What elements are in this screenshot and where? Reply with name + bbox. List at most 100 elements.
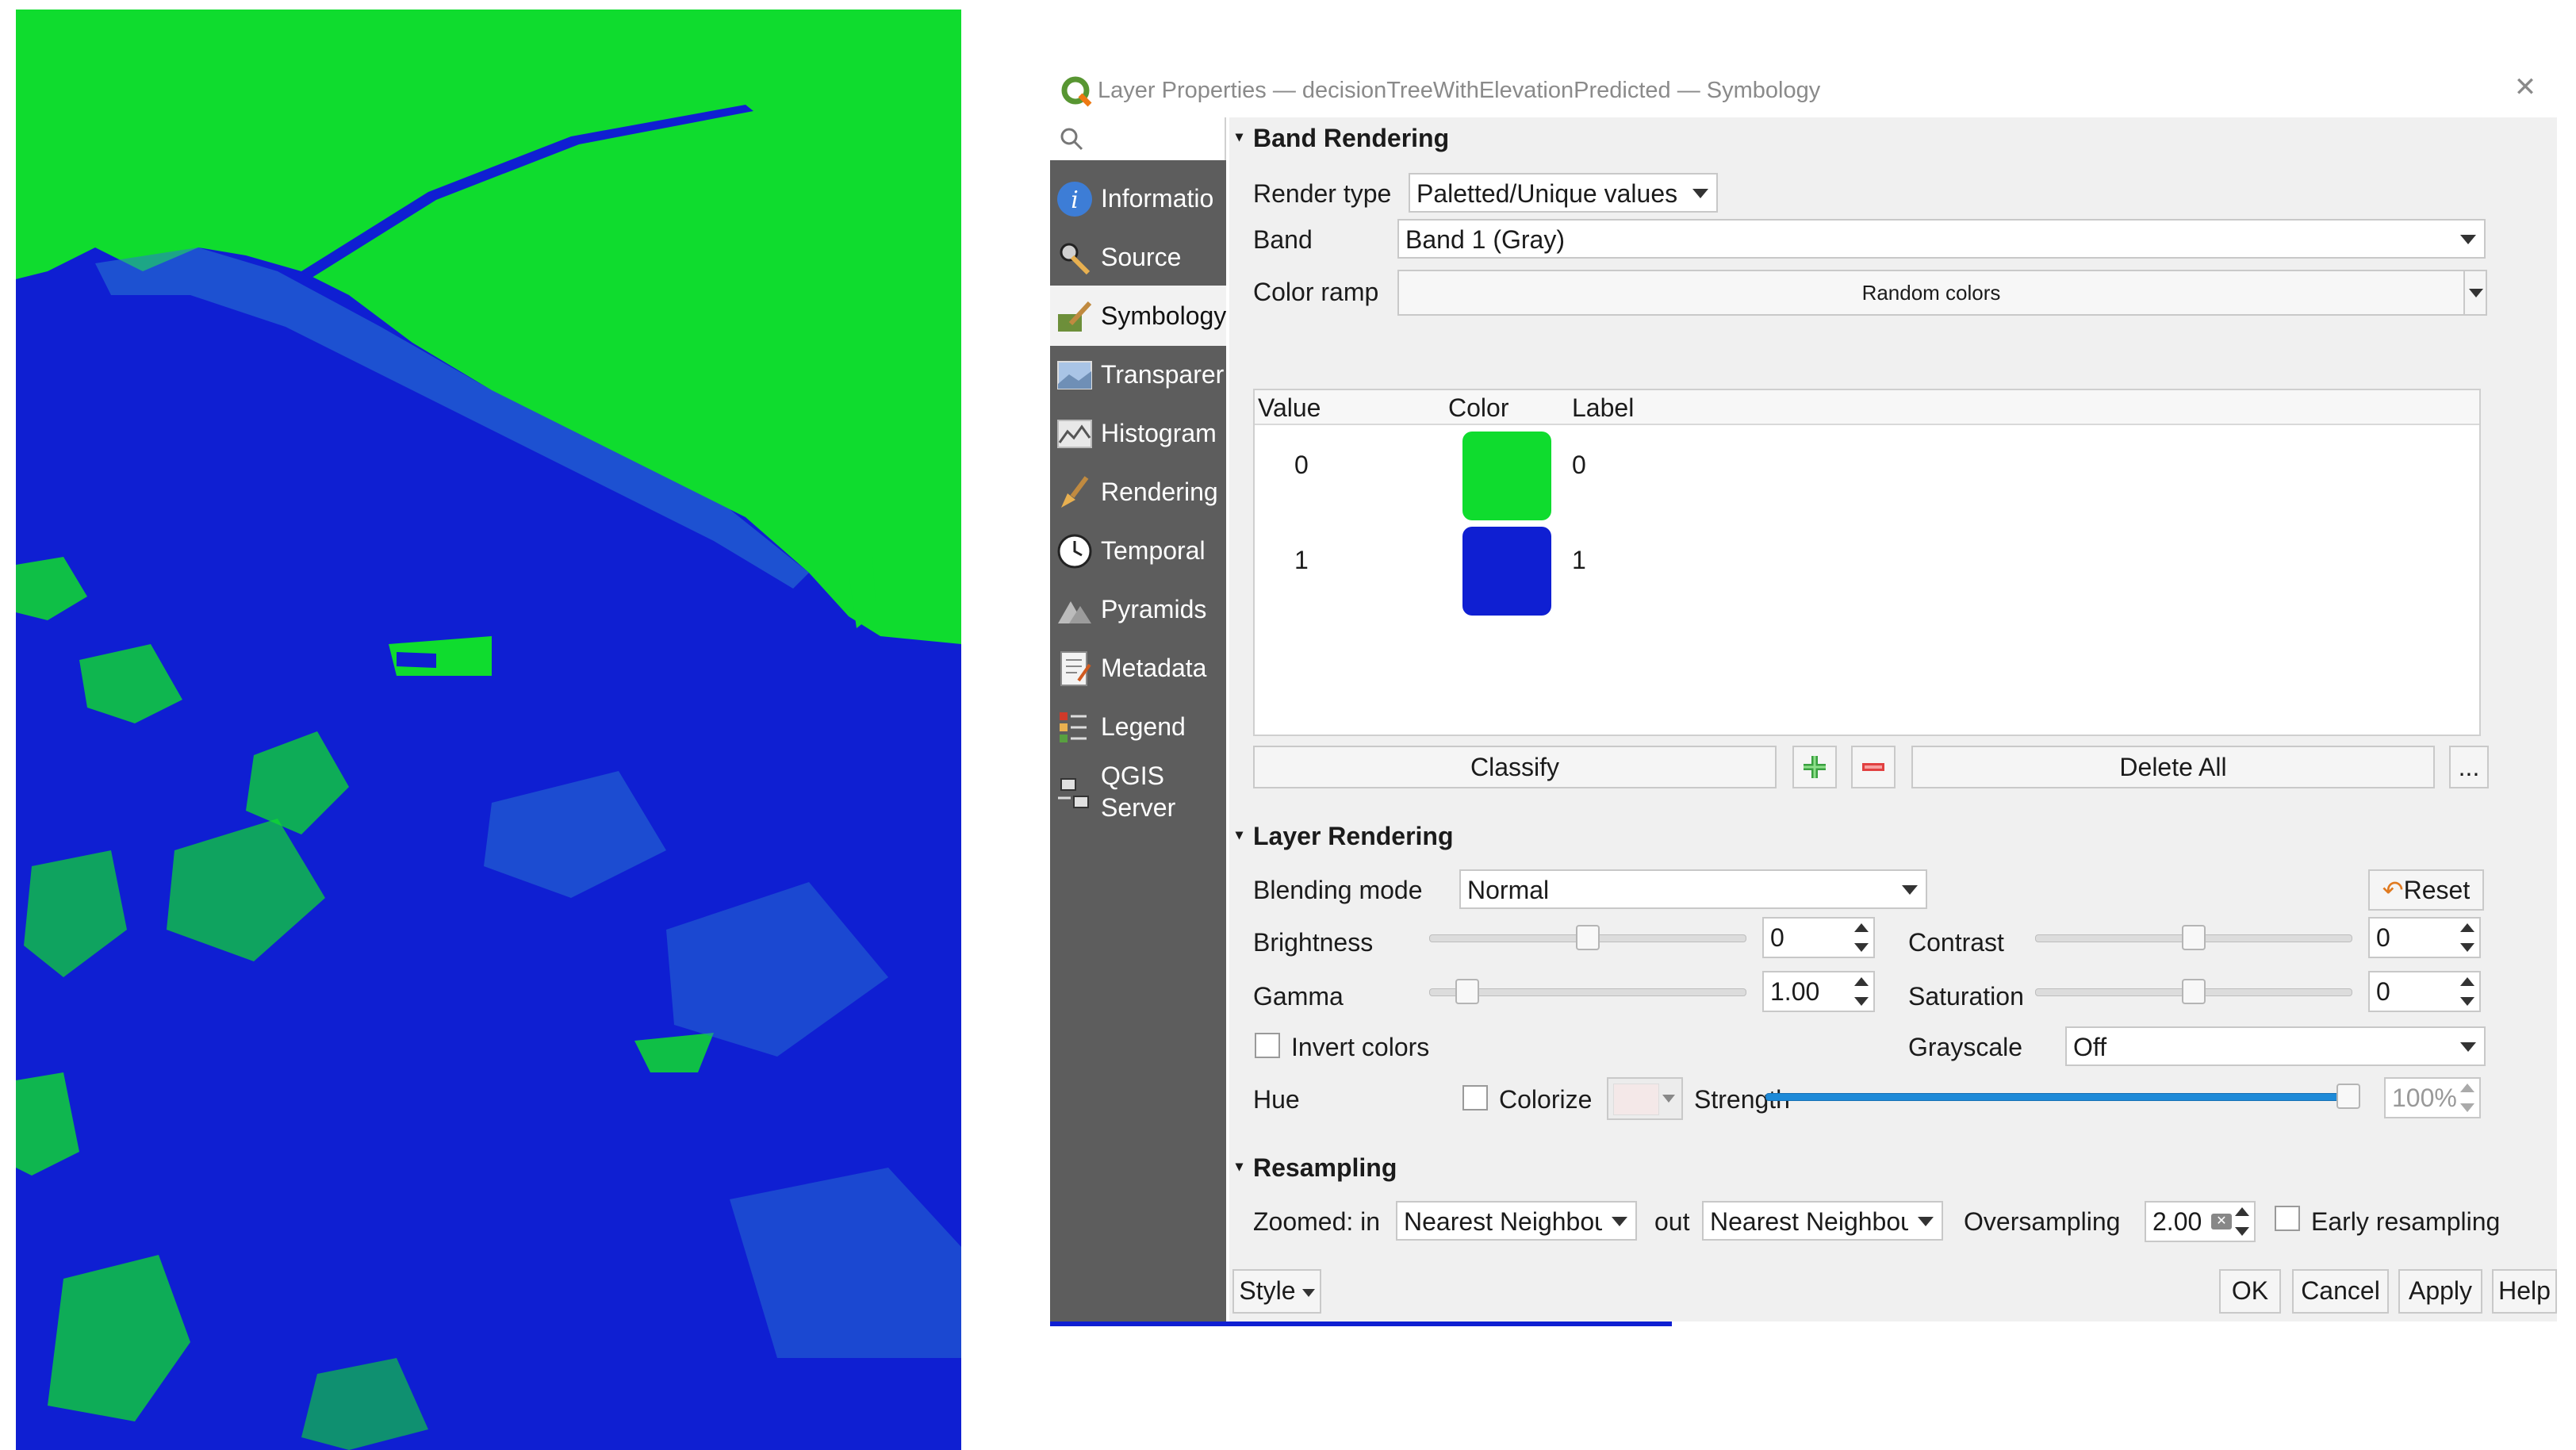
sidebar-search[interactable] <box>1050 117 1226 160</box>
saturation-slider[interactable] <box>2035 976 2352 1007</box>
style-menu-button[interactable]: Style <box>1232 1269 1321 1314</box>
sidebar-item-legend[interactable]: Legend <box>1050 696 1226 757</box>
reset-button[interactable]: ↶Reset <box>2368 869 2484 911</box>
chevron-down-icon <box>1692 189 1708 198</box>
sidebar-item-symbology[interactable]: Symbology <box>1050 286 1226 346</box>
render-type-label: Render type <box>1253 179 1392 208</box>
delete-all-button[interactable]: Delete All <box>1911 746 2435 788</box>
strength-slider[interactable] <box>1765 1080 2360 1112</box>
render-type-combo[interactable]: Paletted/Unique values <box>1409 173 1718 213</box>
band-rendering-header[interactable]: ▾ Band Rendering <box>1229 117 2557 160</box>
color-swatch[interactable] <box>1462 527 1551 616</box>
strength-spinbox[interactable]: 100% <box>2384 1077 2481 1118</box>
spin-up-icon[interactable] <box>2460 923 2474 932</box>
brightness-label: Brightness <box>1253 928 1374 957</box>
sidebar-item-transparency[interactable]: Transparer <box>1050 344 1226 405</box>
invert-colors-checkbox[interactable] <box>1255 1033 1280 1058</box>
sidebar-item-pyramids[interactable]: Pyramids <box>1050 579 1226 639</box>
spin-down-icon[interactable] <box>1854 943 1869 952</box>
layer-rendering-header[interactable]: ▾ Layer Rendering <box>1229 815 2557 858</box>
more-options-button[interactable]: ... <box>2449 746 2489 788</box>
chevron-down-icon <box>1662 1095 1675 1103</box>
sidebar-item-label: Legend <box>1101 712 1186 741</box>
remove-value-button[interactable] <box>1851 746 1896 788</box>
apply-button[interactable]: Apply <box>2398 1269 2482 1314</box>
slider-handle[interactable] <box>1455 979 1479 1004</box>
color-ramp-dropdown[interactable] <box>2463 270 2487 316</box>
zoomed-in-label: Zoomed: in <box>1253 1207 1381 1236</box>
gamma-slider[interactable] <box>1429 976 1746 1007</box>
spin-up-icon[interactable] <box>1854 977 1869 986</box>
legend-icon <box>1060 712 1087 742</box>
help-button[interactable]: Help <box>2492 1269 2557 1314</box>
contrast-spinbox[interactable]: 0 <box>2368 917 2481 958</box>
classify-button[interactable]: Classify <box>1253 746 1777 788</box>
spin-down-icon[interactable] <box>1854 997 1869 1006</box>
ok-button[interactable]: OK <box>2219 1269 2281 1314</box>
spin-up-icon[interactable] <box>2460 1084 2474 1092</box>
zoomed-out-combo[interactable]: Nearest Neighbour <box>1702 1201 1943 1241</box>
chevron-down-icon <box>2460 235 2476 244</box>
gamma-spinbox[interactable]: 1.00 <box>1762 971 1875 1012</box>
sidebar-item-metadata[interactable]: Metadata <box>1050 638 1226 698</box>
contrast-slider[interactable] <box>2035 922 2352 953</box>
cancel-button[interactable]: Cancel <box>2292 1269 2389 1314</box>
clear-icon[interactable]: ✕ <box>2211 1214 2232 1229</box>
color-ramp-button[interactable]: Random colors <box>1397 270 2465 316</box>
sidebar-item-label: Informatio <box>1101 184 1214 213</box>
chevron-down-icon <box>1301 1288 1315 1297</box>
colorize-checkbox[interactable] <box>1462 1085 1488 1111</box>
sidebar-item-histogram[interactable]: Histogram <box>1050 403 1226 463</box>
resampling-header[interactable]: ▾ Resampling <box>1229 1147 2557 1190</box>
dialog-title: Layer Properties — decisionTreeWithEleva… <box>1098 78 1821 103</box>
invert-colors-label: Invert colors <box>1291 1033 1430 1061</box>
slider-handle[interactable] <box>1576 925 1600 950</box>
sidebar-item-qgis-server[interactable]: QGIS Server <box>1050 755 1226 831</box>
sidebar-item-information[interactable]: i Informatio <box>1050 168 1226 228</box>
slider-handle[interactable] <box>2182 979 2206 1004</box>
close-icon[interactable]: ✕ <box>2511 73 2540 102</box>
early-resampling-checkbox[interactable] <box>2275 1206 2300 1231</box>
undo-arrow-icon: ↶ <box>2382 876 2404 904</box>
brightness-spinbox[interactable]: 0 <box>1762 917 1875 958</box>
blending-mode-combo[interactable]: Normal <box>1459 869 1927 909</box>
zoomed-in-combo[interactable]: Nearest Neighbour <box>1396 1201 1637 1241</box>
blending-mode-label: Blending mode <box>1253 876 1423 904</box>
metadata-icon <box>1060 651 1091 686</box>
spin-up-icon[interactable] <box>2235 1207 2249 1216</box>
sidebar-item-rendering[interactable]: Rendering <box>1050 462 1226 522</box>
spin-down-icon[interactable] <box>2460 943 2474 952</box>
rendering-brush-icon <box>1061 476 1089 508</box>
color-swatch[interactable] <box>1462 432 1551 520</box>
saturation-label: Saturation <box>1908 982 2024 1011</box>
title-bar: Layer Properties — decisionTreeWithEleva… <box>1050 65 2557 117</box>
slider-handle[interactable] <box>2182 925 2206 950</box>
slider-handle[interactable] <box>2336 1084 2360 1109</box>
spin-up-icon[interactable] <box>1854 923 1869 932</box>
palette-table[interactable]: Value Color Label 0 0 1 1 <box>1253 389 2481 736</box>
chevron-down-icon <box>1902 885 1918 895</box>
sidebar-item-temporal[interactable]: Temporal <box>1050 520 1226 581</box>
search-icon <box>1060 128 1083 151</box>
cell-label: 1 <box>1572 546 1586 574</box>
spin-down-icon[interactable] <box>2460 1103 2474 1112</box>
chevron-down-icon <box>2460 1042 2476 1052</box>
spin-down-icon[interactable] <box>2235 1227 2249 1236</box>
brightness-slider[interactable] <box>1429 922 1746 953</box>
chevron-down-icon <box>1918 1217 1934 1226</box>
add-value-button[interactable] <box>1792 746 1837 788</box>
spin-down-icon[interactable] <box>2460 997 2474 1006</box>
spin-up-icon[interactable] <box>2460 977 2474 986</box>
saturation-spinbox[interactable]: 0 <box>2368 971 2481 1012</box>
band-combo[interactable]: Band 1 (Gray) <box>1397 219 2486 259</box>
transparency-icon <box>1057 361 1092 389</box>
sidebar-item-label: Symbology <box>1101 301 1226 330</box>
grayscale-combo[interactable]: Off <box>2065 1026 2486 1066</box>
oversampling-spinbox[interactable]: 2.00 ✕ <box>2145 1201 2256 1242</box>
sidebar-item-label: Transparer <box>1101 360 1225 389</box>
column-header-value: Value <box>1258 393 1321 422</box>
sidebar-item-source[interactable]: Source <box>1050 227 1226 287</box>
colorize-color-button[interactable] <box>1607 1077 1683 1120</box>
minus-icon <box>1862 763 1884 771</box>
sidebar: i Informatio Source Symbology Transparer… <box>1050 117 1226 1321</box>
